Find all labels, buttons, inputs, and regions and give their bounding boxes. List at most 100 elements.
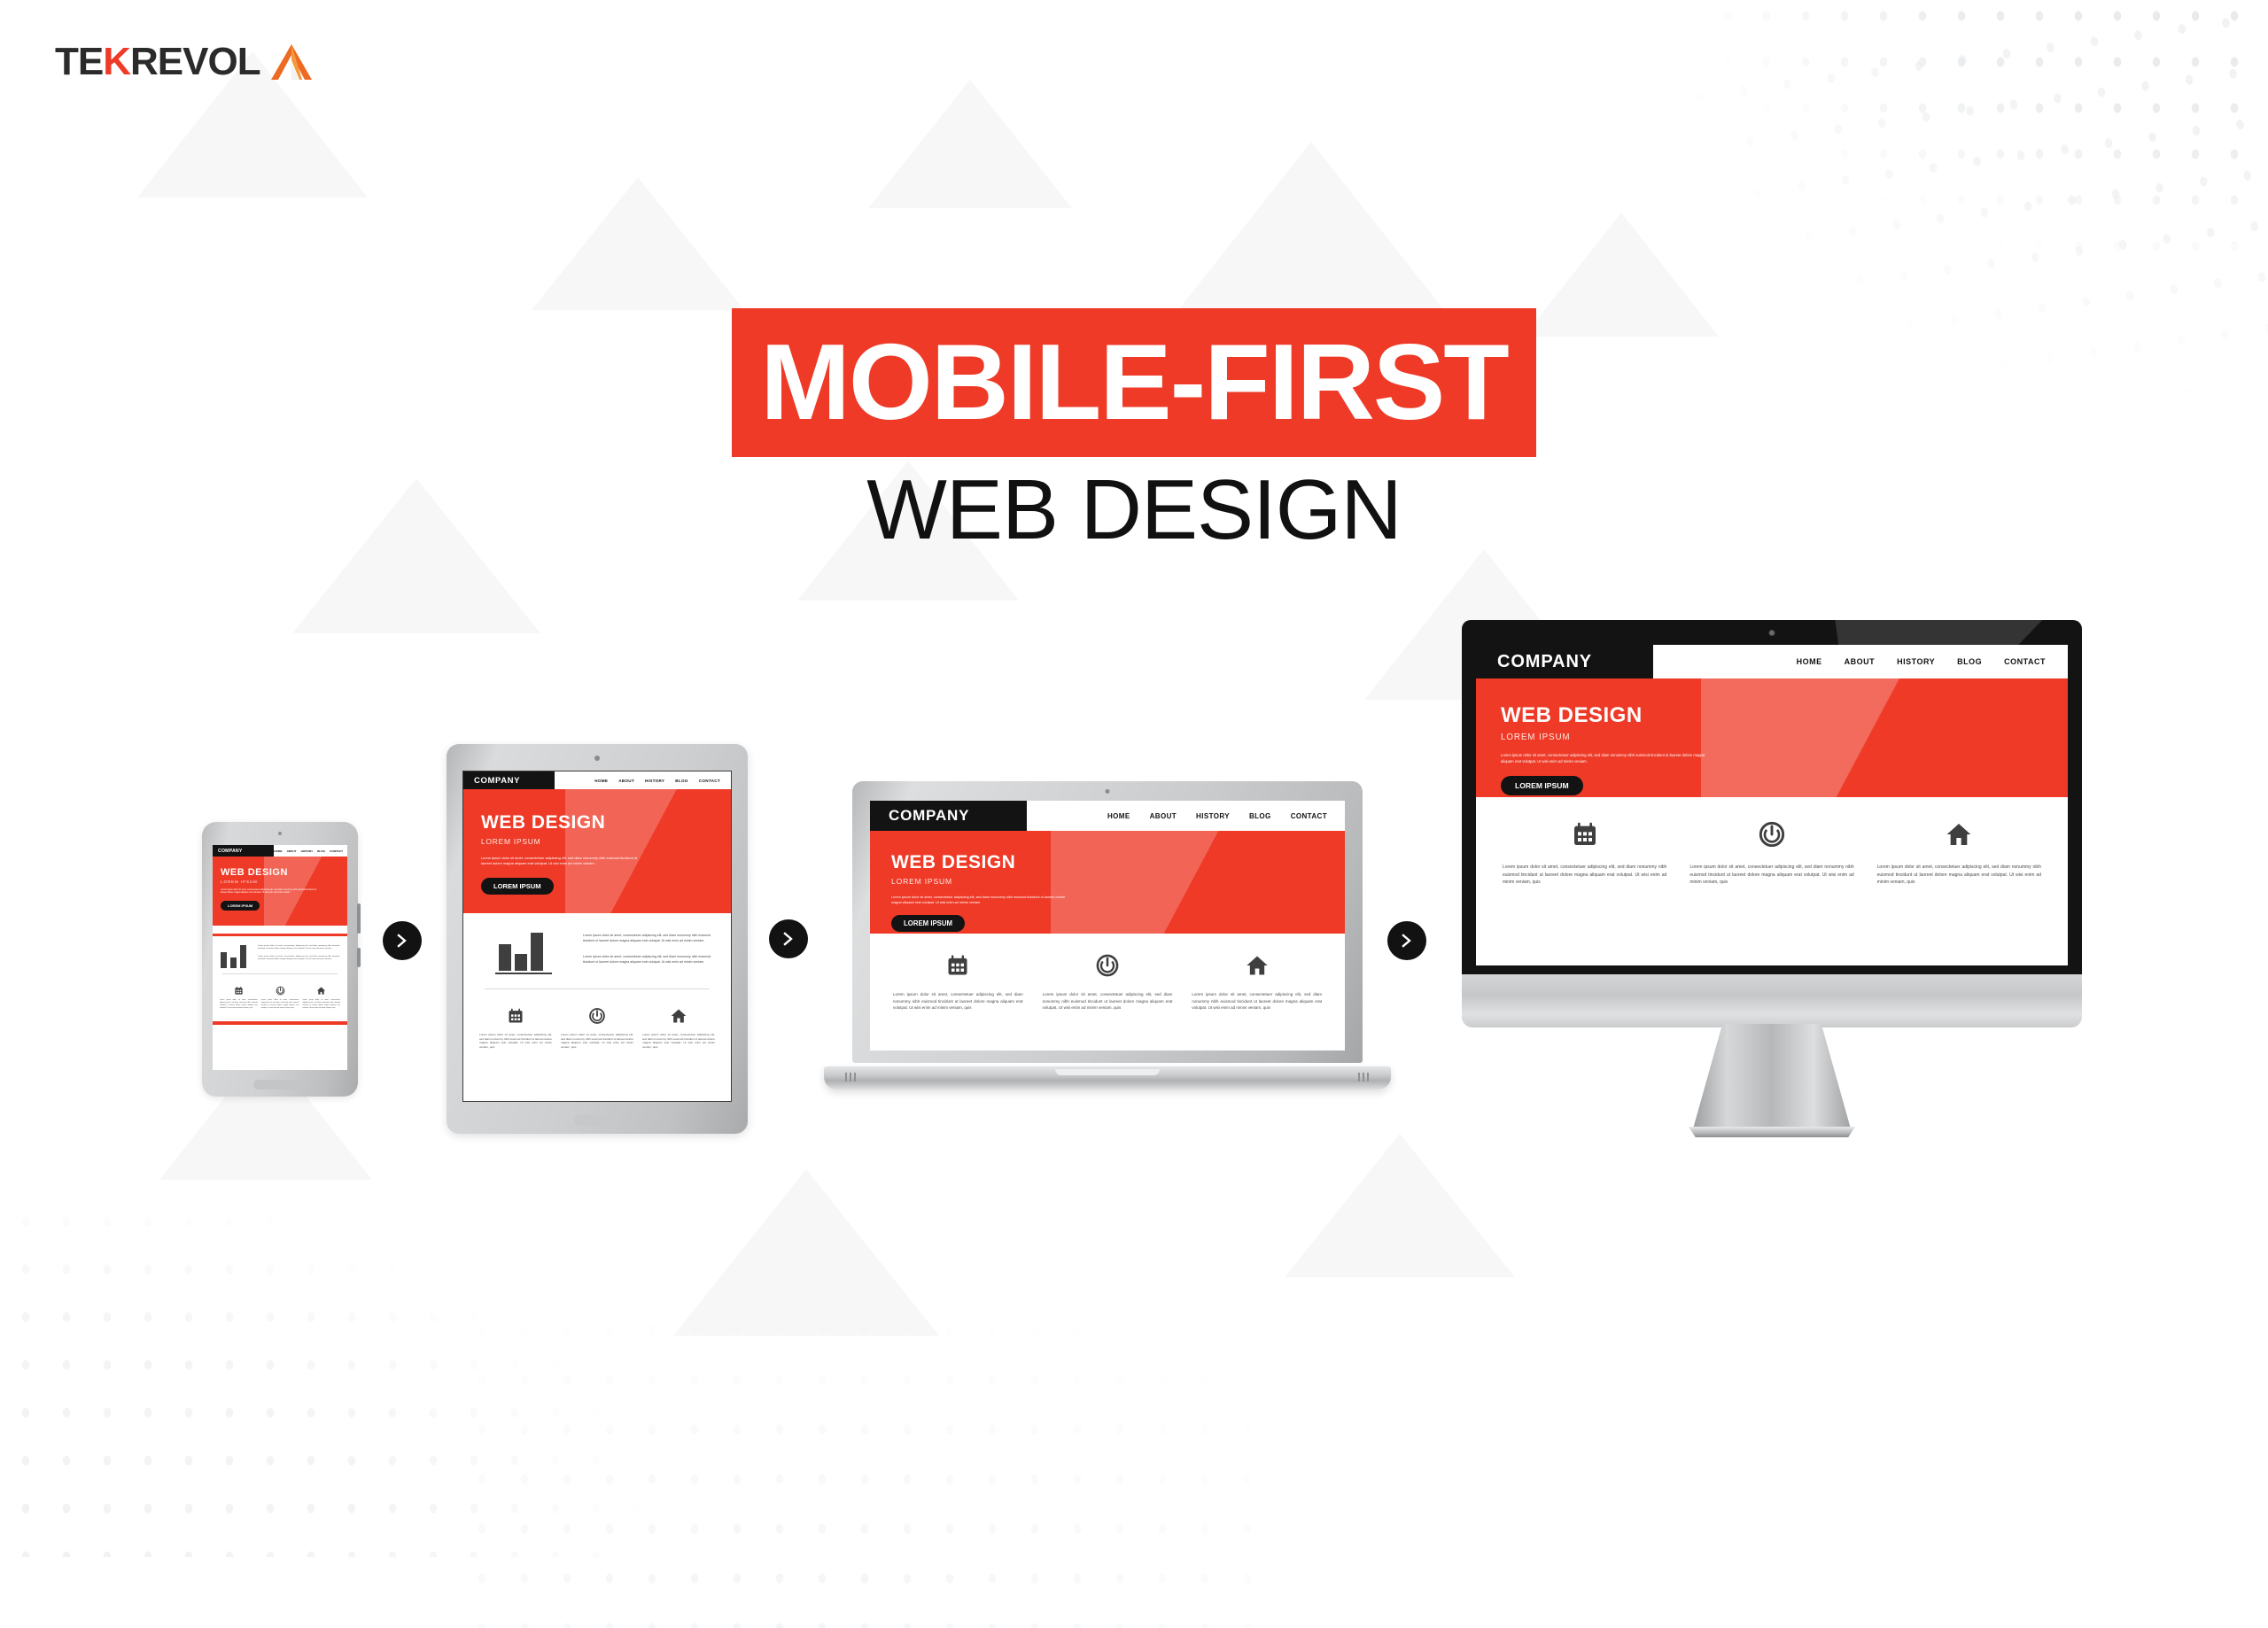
power-icon [561, 1007, 633, 1025]
feature-caption: Lorem ipsum dolor sit amet, consectetuer… [260, 999, 299, 1009]
nav-item-blog[interactable]: BLOG [1957, 657, 1982, 666]
home-icon [1877, 820, 2041, 849]
feature-card: Lorem ipsum dolor sit amet, consectetuer… [893, 953, 1023, 1012]
features-section: Lorem ipsum dolor sit amet, consectetuer… [870, 934, 1345, 1012]
chart-section: Lorem ipsum dolor sit amet, consectetuer… [213, 945, 347, 968]
calendar-icon [220, 986, 258, 996]
desktop-chin [1462, 974, 2082, 1027]
nav-item-history[interactable]: HISTORY [1196, 812, 1230, 820]
site-brand-label: COMPANY [463, 771, 555, 789]
nav-item-home[interactable]: HOME [594, 779, 608, 783]
power-icon [1689, 820, 1853, 849]
smartphone-screen[interactable]: COMPANY HOME ABOUT HISTORY BLOG CONTACT … [213, 845, 347, 1070]
nav-item-history[interactable]: HISTORY [1897, 657, 1935, 666]
calendar-icon [1503, 820, 1666, 849]
nav-item-history[interactable]: HISTORY [301, 849, 314, 853]
device-laptop[interactable]: COMPANY HOME ABOUT HISTORY BLOG CONTACT … [824, 781, 1391, 1100]
hero-paragraph: Lorem ipsum dolor sit amet, consectetuer… [481, 856, 638, 866]
nav-item-home[interactable]: HOME [1797, 657, 1822, 666]
laptop-lid: COMPANY HOME ABOUT HISTORY BLOG CONTACT … [852, 781, 1363, 1063]
footer-red-bar [213, 1021, 347, 1026]
hero-paragraph: Lorem ipsum dolor sit amet, consectetuer… [891, 895, 1066, 905]
hero-title: WEB DESIGN [221, 867, 288, 878]
logo-wordmark-accent-k: K [103, 40, 131, 83]
feature-card: Lorem ipsum dolor sit amet, consectetuer… [220, 986, 258, 1009]
site-page-mobile: COMPANY HOME ABOUT HISTORY BLOG CONTACT … [213, 845, 347, 1070]
feature-card: Lorem ipsum dolor sit amet, consectetuer… [1192, 953, 1322, 1012]
device-tablet[interactable]: COMPANY HOME ABOUT HISTORY BLOG CONTACT … [447, 744, 748, 1134]
nav-item-about[interactable]: ABOUT [1845, 657, 1876, 666]
desktop-camera-icon [1768, 630, 1775, 636]
features-section: Lorem ipsum dolor sit amet, consectetuer… [1476, 797, 2068, 887]
site-nav: HOME ABOUT HISTORY BLOG CONTACT [555, 771, 731, 789]
logo-wordmark: TEKREVOL [55, 40, 261, 83]
desktop-stand-base [1688, 1127, 1856, 1137]
site-hero: WEB DESIGN LOREM IPSUM Lorem ipsum dolor… [463, 789, 731, 913]
nav-item-blog[interactable]: BLOG [675, 779, 687, 783]
desktop-screen[interactable]: COMPANY HOME ABOUT HISTORY BLOG CONTACT … [1476, 645, 2068, 965]
device-desktop-monitor[interactable]: COMPANY HOME ABOUT HISTORY BLOG CONTACT … [1462, 620, 2082, 1187]
device-smartphone[interactable]: COMPANY HOME ABOUT HISTORY BLOG CONTACT … [202, 822, 361, 1097]
chevron-right-icon [769, 919, 808, 958]
nav-item-blog[interactable]: BLOG [1249, 812, 1271, 820]
feature-card: Lorem ipsum dolor sit amet, consectetuer… [261, 986, 299, 1009]
feature-caption: Lorem ipsum dolor sit amet, consectetuer… [1192, 992, 1323, 1011]
watermark-triangle [868, 80, 1072, 208]
laptop-screen[interactable]: COMPANY HOME ABOUT HISTORY BLOG CONTACT … [870, 801, 1345, 1050]
site-topbar: COMPANY HOME ABOUT HISTORY BLOG CONTACT [1476, 645, 2068, 678]
home-icon [1192, 953, 1322, 978]
tablet-body: COMPANY HOME ABOUT HISTORY BLOG CONTACT … [447, 744, 748, 1134]
site-nav: HOME ABOUT HISTORY BLOG CONTACT [1027, 801, 1345, 831]
feature-caption: Lorem ipsum dolor sit amet, consectetuer… [479, 1032, 552, 1050]
nav-item-contact[interactable]: CONTACT [2004, 657, 2046, 666]
nav-item-about[interactable]: ABOUT [1150, 812, 1177, 820]
tablet-screen[interactable]: COMPANY HOME ABOUT HISTORY BLOG CONTACT … [462, 771, 732, 1102]
hero-title: WEB DESIGN [481, 812, 606, 833]
hero-cta-button[interactable]: LOREM IPSUM [481, 877, 554, 895]
feature-caption: Lorem ipsum dolor sit amet, consectetuer… [1042, 992, 1173, 1011]
hero-sheen [564, 789, 731, 913]
device-showcase-row: COMPANY HOME ABOUT HISTORY BLOG CONTACT … [0, 620, 2268, 1240]
feature-card: Lorem ipsum dolor sit amet, consectetuer… [561, 1007, 633, 1050]
nav-item-contact[interactable]: CONTACT [330, 849, 343, 853]
home-icon [302, 986, 340, 996]
bar-chart-bar [230, 957, 237, 968]
halftone-pattern-top-right [1630, 0, 2268, 319]
calendar-icon [893, 953, 1023, 978]
tekrevol-logo[interactable]: TEKREVOL [55, 43, 314, 81]
feature-caption: Lorem ipsum dolor sit amet, consectetuer… [561, 1032, 633, 1050]
feature-card: Lorem ipsum dolor sit amet, consectetuer… [302, 986, 340, 1009]
nav-item-about[interactable]: ABOUT [287, 849, 297, 853]
bar-chart-bar [515, 954, 528, 971]
chart-paragraph-2: Lorem ipsum dolor sit amet, consectetuer… [258, 955, 339, 960]
site-topbar: COMPANY HOME ABOUT HISTORY BLOG CONTACT [870, 801, 1345, 831]
feature-caption: Lorem ipsum dolor sit amet, consectetuer… [1876, 864, 2041, 885]
smartphone-home-button[interactable] [253, 1080, 307, 1089]
site-hero: WEB DESIGN LOREM IPSUM Lorem ipsum dolor… [870, 831, 1345, 934]
hero-cta-button[interactable]: LOREM IPSUM [221, 900, 260, 911]
hero-kicker: LOREM IPSUM [891, 877, 952, 886]
hero-cta-button[interactable]: LOREM IPSUM [891, 915, 966, 933]
site-brand-label: COMPANY [213, 845, 275, 857]
bar-chart-bar [531, 933, 544, 971]
nav-item-history[interactable]: HISTORY [645, 779, 664, 783]
feature-caption: Lorem ipsum dolor sit amet, consectetuer… [1503, 864, 1667, 885]
nav-item-home[interactable]: HOME [274, 849, 282, 853]
nav-item-about[interactable]: ABOUT [618, 779, 634, 783]
nav-item-contact[interactable]: CONTACT [1291, 812, 1327, 820]
tablet-home-button[interactable] [574, 1115, 620, 1126]
feature-caption: Lorem ipsum dolor sit amet, consectetuer… [893, 992, 1023, 1011]
site-hero: WEB DESIGN LOREM IPSUM Lorem ipsum dolor… [1476, 678, 2068, 797]
nav-item-contact[interactable]: CONTACT [699, 779, 720, 783]
smartphone-power-button[interactable] [357, 948, 361, 967]
nav-item-home[interactable]: HOME [1107, 812, 1130, 820]
smartphone-volume-button[interactable] [357, 903, 361, 934]
feature-card: Lorem ipsum dolor sit amet, consectetuer… [479, 1007, 552, 1050]
chevron-right-icon [383, 921, 422, 960]
bar-chart-bar [240, 945, 246, 968]
smartphone-body: COMPANY HOME ABOUT HISTORY BLOG CONTACT … [202, 822, 361, 1097]
hero-cta-button[interactable]: LOREM IPSUM [1501, 776, 1583, 796]
feature-caption: Lorem ipsum dolor sit amet, consectetuer… [1689, 864, 1854, 885]
site-nav: HOME ABOUT HISTORY BLOG CONTACT [1653, 645, 2068, 678]
nav-item-blog[interactable]: BLOG [317, 849, 325, 853]
